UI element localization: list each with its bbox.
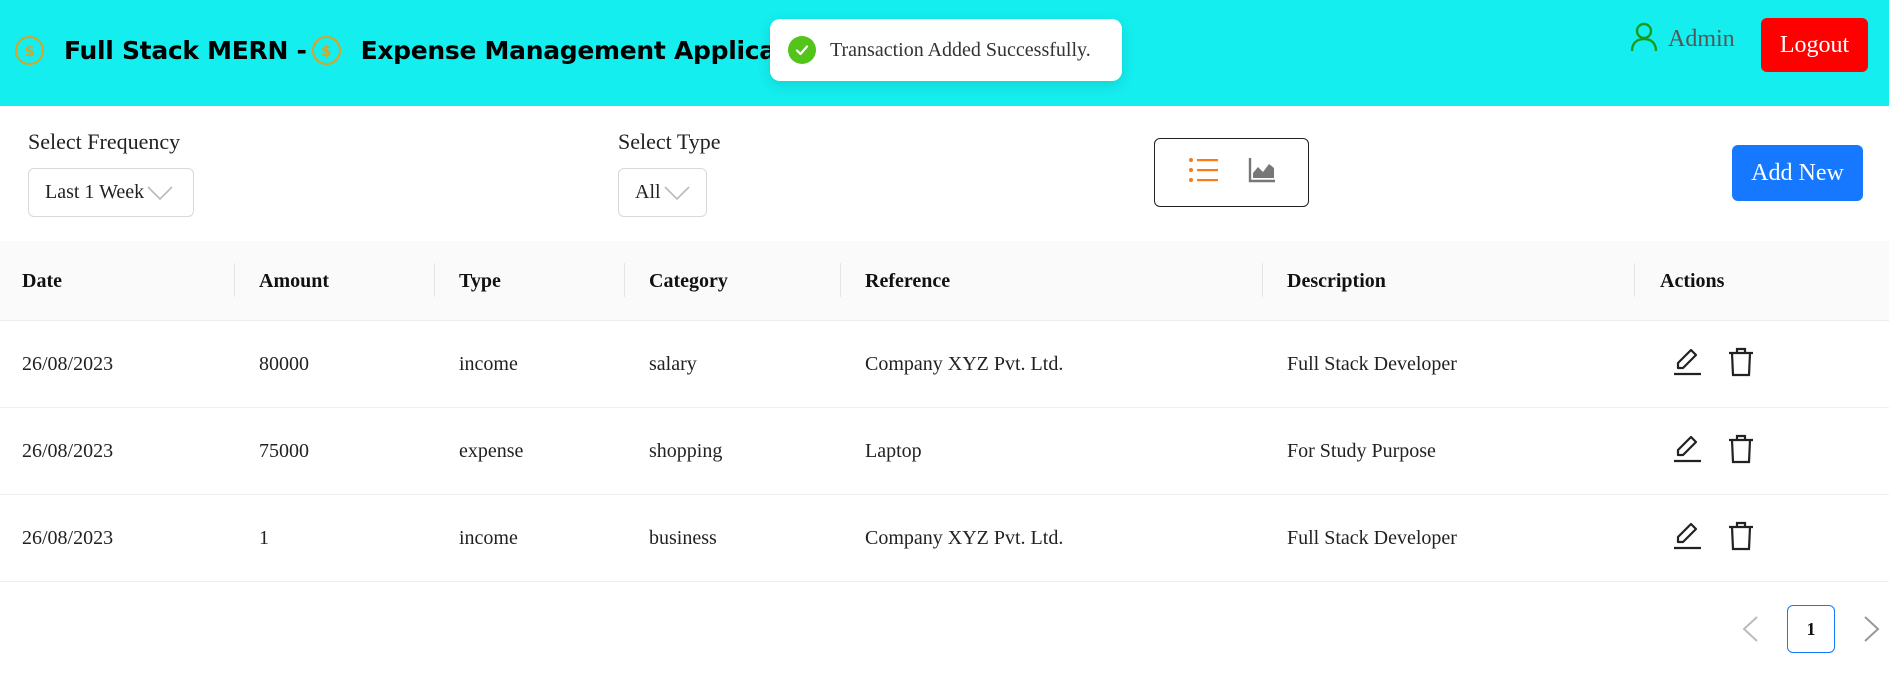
cell-description: For Study Purpose [1287, 440, 1436, 462]
col-header-reference: Reference [865, 269, 951, 292]
cell-reference: Company XYZ Pvt. Ltd. [865, 527, 1064, 549]
col-header-actions: Actions [1660, 269, 1725, 292]
app-title-part1: Full Stack MERN - [64, 36, 307, 65]
user-info: Admin [1630, 22, 1735, 57]
prev-page-button[interactable] [1738, 605, 1762, 653]
chevron-down-icon [663, 185, 690, 200]
user-icon [1630, 22, 1658, 57]
cell-date: 26/08/2023 [22, 440, 114, 462]
cell-amount: 75000 [259, 440, 309, 462]
col-header-category: Category [649, 269, 728, 292]
table-header: Date Amount Type Category Reference Desc… [0, 241, 1889, 321]
dollar-coin-icon: $ [311, 36, 341, 65]
frequency-label: Select Frequency [28, 129, 181, 154]
cell-reference: Company XYZ Pvt. Ltd. [865, 353, 1064, 375]
edit-icon[interactable] [1672, 521, 1702, 557]
chevron-down-icon [147, 185, 173, 200]
page-1-button[interactable]: 1 [1787, 605, 1835, 653]
app-title-part2: Expense Management Application [360, 36, 831, 65]
cell-amount: 80000 [259, 353, 309, 375]
table-row: 26/08/2023 75000 expense shopping Laptop… [0, 408, 1889, 495]
cell-type: income [459, 353, 518, 375]
dollar-coin-icon: $ [15, 36, 44, 65]
chevron-right-icon [1864, 616, 1880, 642]
table-row: 26/08/2023 80000 income salary Company X… [0, 321, 1889, 408]
app-title: $ Full Stack MERN - $ Expense Management… [15, 36, 830, 65]
check-circle-icon [788, 36, 816, 64]
column-divider [1262, 263, 1263, 297]
frequency-select[interactable]: Last 1 Week [28, 168, 194, 217]
trash-icon[interactable] [1728, 434, 1754, 470]
cell-reference: Laptop [865, 440, 922, 462]
add-new-button[interactable]: Add New [1732, 145, 1863, 201]
app-header: $ Full Stack MERN - $ Expense Management… [0, 0, 1889, 106]
cell-description: Full Stack Developer [1287, 527, 1457, 549]
col-header-type: Type [459, 269, 501, 292]
column-divider [1634, 263, 1635, 297]
row-actions [1672, 495, 1754, 582]
user-name: Admin [1668, 26, 1735, 52]
cell-type: expense [459, 440, 524, 462]
col-header-description: Description [1287, 269, 1386, 292]
cell-description: Full Stack Developer [1287, 353, 1457, 375]
column-divider [234, 263, 235, 297]
edit-icon[interactable] [1672, 434, 1702, 470]
success-toast: Transaction Added Successfully. [770, 19, 1122, 81]
analytics-view-icon[interactable] [1248, 157, 1276, 188]
chevron-left-icon [1742, 616, 1758, 642]
frequency-select-value: Last 1 Week [45, 181, 145, 203]
column-divider [624, 263, 625, 297]
type-label: Select Type [618, 129, 721, 154]
type-select-value: All [635, 181, 661, 203]
col-header-date: Date [22, 269, 62, 292]
column-divider [840, 263, 841, 297]
cell-date: 26/08/2023 [22, 353, 114, 375]
col-header-amount: Amount [259, 269, 330, 292]
transactions-table: Date Amount Type Category Reference Desc… [0, 241, 1889, 582]
logout-button[interactable]: Logout [1761, 18, 1868, 72]
row-actions [1672, 408, 1754, 495]
column-divider [434, 263, 435, 297]
edit-icon[interactable] [1672, 347, 1702, 383]
table-row: 26/08/2023 1 income business Company XYZ… [0, 495, 1889, 582]
trash-icon[interactable] [1728, 521, 1754, 557]
trash-icon[interactable] [1728, 347, 1754, 383]
cell-type: income [459, 527, 518, 549]
view-toggle [1154, 138, 1309, 207]
row-actions [1672, 321, 1754, 408]
list-view-icon[interactable] [1188, 157, 1218, 188]
cell-category: business [649, 527, 717, 549]
type-select[interactable]: All [618, 168, 707, 217]
pagination: 1 [1738, 605, 1884, 653]
cell-category: salary [649, 353, 697, 375]
next-page-button[interactable] [1860, 605, 1884, 653]
cell-amount: 1 [259, 527, 269, 549]
toast-message: Transaction Added Successfully. [830, 38, 1091, 61]
cell-category: shopping [649, 440, 723, 462]
cell-date: 26/08/2023 [22, 527, 114, 549]
